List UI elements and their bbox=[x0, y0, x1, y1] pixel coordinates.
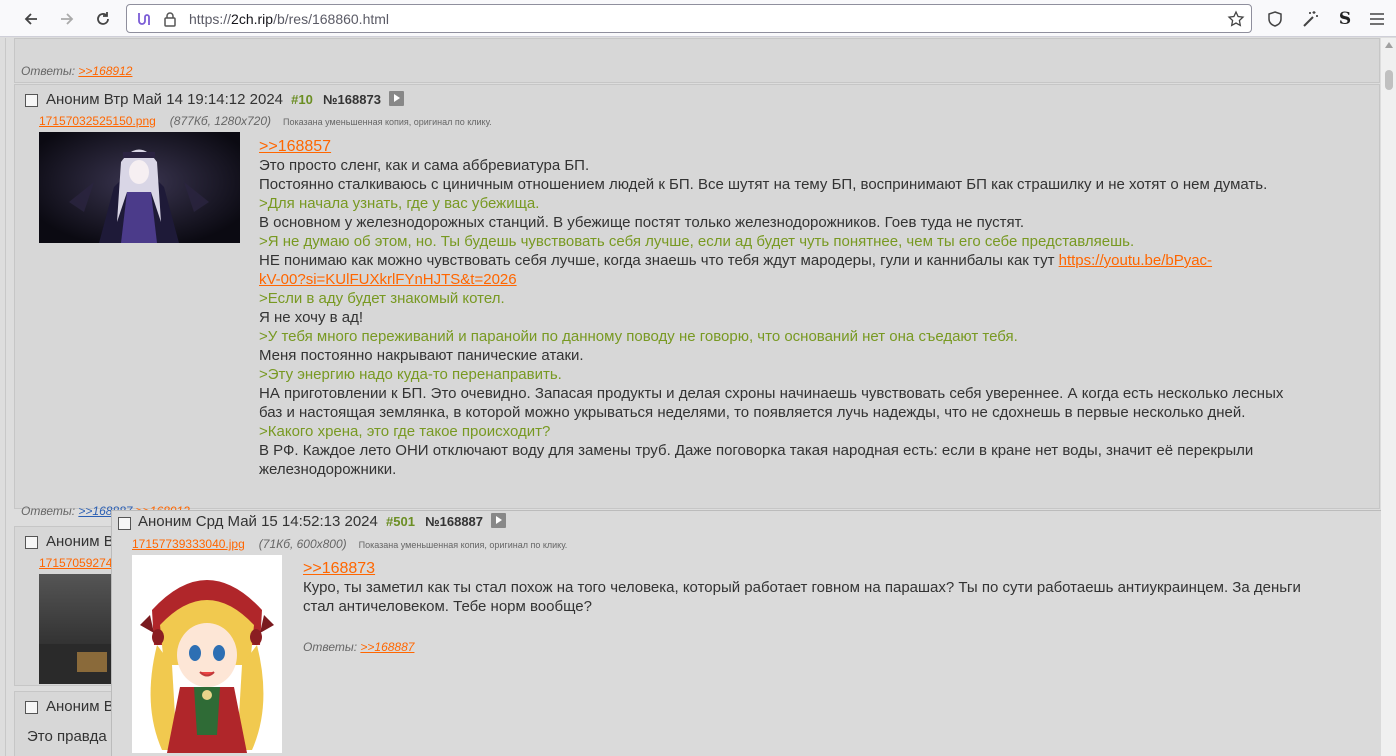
replies-label: Ответы: bbox=[21, 504, 76, 518]
post-select-checkbox[interactable] bbox=[25, 536, 38, 549]
post-header: Аноним Срд Май 15 14:52:13 2024 #501 №16… bbox=[138, 513, 507, 530]
greentext-line: >Я не думаю об этом, но. Ты будешь чувст… bbox=[259, 233, 1135, 250]
post-168873: Аноним Втр Май 14 19:14:12 2024 #10 №168… bbox=[14, 84, 1380, 518]
post-line: Куро, ты заметил как ты стал похож на то… bbox=[303, 579, 1301, 596]
page-content: Ответы: >>168912 Аноним Втр Май 14 19:14… bbox=[0, 38, 1396, 756]
post-body: Это правда bbox=[27, 728, 107, 745]
post-line: В основном у железнодорожных станций. В … bbox=[259, 214, 1024, 231]
extension-icon[interactable] bbox=[135, 10, 153, 28]
post-body: >>168857 Это просто сленг, как и сама аб… bbox=[259, 137, 1369, 479]
post-file-info: 17157739333040.jpg (71Кб, 600x800) Показан… bbox=[132, 537, 567, 551]
post-menu-arrow-icon[interactable] bbox=[389, 91, 405, 106]
file-name-link[interactable]: 17157059274 bbox=[39, 556, 112, 570]
post-line: железнодорожники. bbox=[259, 461, 397, 478]
arrow-right-icon bbox=[61, 13, 74, 25]
previous-post: Ответы: >>168912 bbox=[14, 38, 1380, 83]
reload-icon bbox=[97, 12, 109, 25]
shield-icon bbox=[1268, 11, 1282, 27]
post-number: #501 bbox=[386, 514, 415, 529]
post-body: >>168873 Куро, ты заметил как ты стал по… bbox=[303, 559, 1383, 616]
post-header: Аноним Втр Май 14 19:14:12 2024 #10 №168… bbox=[46, 91, 405, 108]
post-thumbnail-image[interactable] bbox=[39, 132, 240, 243]
previous-post-replies: Ответы: >>168912 bbox=[21, 64, 132, 78]
greentext-line: >Если в аду будет знакомый котел. bbox=[259, 290, 505, 307]
post-file-info: 17157032525150.png (877Кб, 1280x720) Показ… bbox=[39, 114, 492, 128]
post-date: Срд Май 15 14:52:13 2024 bbox=[195, 513, 378, 530]
reply-link[interactable]: >>168912 bbox=[78, 64, 132, 78]
post-author: Аноним В bbox=[46, 698, 114, 715]
address-bar[interactable]: https://2ch.rip/b/res/168860.html bbox=[126, 4, 1252, 33]
scroll-thumb[interactable] bbox=[1385, 70, 1393, 90]
post-thumbnail-image[interactable] bbox=[39, 574, 119, 684]
reply-quote-link[interactable]: >>168873 bbox=[303, 560, 375, 577]
page-scrollbar[interactable] bbox=[1381, 38, 1396, 756]
url-text: https://2ch.rip/b/res/168860.html bbox=[189, 11, 389, 27]
youtube-link-continued[interactable]: kV-00?si=KUlFUXkrlFYnHJTS&t=2026 bbox=[259, 271, 517, 288]
file-hint: Показана уменьшенная копия, оригинал по … bbox=[358, 540, 568, 550]
lock-icon[interactable] bbox=[161, 10, 179, 28]
forward-button[interactable] bbox=[56, 8, 78, 30]
url-protocol: https:// bbox=[189, 11, 232, 27]
post-line: Я не хочу в ад! bbox=[259, 309, 364, 326]
greentext-line: >Эту энергию надо куда-то перенаправить. bbox=[259, 366, 562, 383]
file-meta: (877Кб, 1280x720) bbox=[169, 114, 272, 128]
replies-label: Ответы: bbox=[303, 640, 358, 654]
reply-quote-link[interactable]: >>168857 bbox=[259, 138, 331, 155]
replies-label: Ответы: bbox=[21, 64, 76, 78]
post-replies: Ответы: >>168887 bbox=[303, 640, 414, 654]
post-preview-popup: Аноним Срд Май 15 14:52:13 2024 #501 №16… bbox=[111, 510, 1390, 756]
file-hint: Показана уменьшенная копия, оригинал по … bbox=[283, 117, 492, 127]
shield-button[interactable] bbox=[1264, 8, 1286, 30]
url-host: 2ch.rip bbox=[231, 11, 274, 27]
post-line: В РФ. Каждое лето ОНИ отключают воду для… bbox=[259, 442, 1254, 459]
arrow-left-icon bbox=[24, 13, 37, 25]
bookmark-star-icon[interactable] bbox=[1227, 10, 1245, 28]
post-select-checkbox[interactable] bbox=[25, 94, 38, 107]
hamburger-menu-icon bbox=[1370, 13, 1384, 25]
post-line-text: НЕ понимаю как можно чувствовать себя лу… bbox=[259, 252, 1059, 269]
file-name-link[interactable]: 17157739333040.jpg bbox=[132, 537, 245, 551]
greentext-line: >Какого хрена, это где такое происходит? bbox=[259, 423, 551, 440]
post-line: баз и настоящая землянка, в которой можн… bbox=[259, 404, 1246, 421]
post-line: стал античеловеком. Тебе норм вообще? bbox=[303, 598, 592, 615]
scroll-up-arrow-icon[interactable] bbox=[1385, 42, 1393, 48]
post-select-checkbox[interactable] bbox=[118, 517, 131, 530]
left-border bbox=[5, 38, 6, 756]
post-line: НА приготовлении к БП. Это очевидно. Зап… bbox=[259, 385, 1284, 402]
greentext-line: >Для начала узнать, где у вас убежища. bbox=[259, 195, 540, 212]
post-file-info: 17157059274 bbox=[39, 556, 112, 570]
post-id-link[interactable]: №168873 bbox=[323, 92, 381, 107]
post-menu-arrow-icon[interactable] bbox=[491, 513, 507, 528]
post-line: Это просто сленг, как и сама аббревиатур… bbox=[259, 157, 590, 174]
post-number: #10 bbox=[291, 92, 313, 107]
reply-link[interactable]: >>168887 bbox=[360, 640, 414, 654]
magic-wand-icon bbox=[1303, 11, 1318, 27]
greentext-line: >У тебя много переживаний и паранойи по … bbox=[259, 328, 1018, 345]
back-button[interactable] bbox=[20, 8, 42, 30]
post-author: Аноним В bbox=[46, 533, 114, 550]
post-author: Аноним bbox=[138, 513, 192, 530]
post-date: Втр Май 14 19:14:12 2024 bbox=[103, 91, 283, 108]
reload-button[interactable] bbox=[92, 8, 114, 30]
wand-button[interactable] bbox=[1299, 8, 1321, 30]
url-path: /b/res/168860.html bbox=[273, 11, 390, 27]
post-author: Аноним bbox=[46, 91, 100, 108]
extension-s-button[interactable]: S bbox=[1334, 8, 1356, 30]
post-line: Постоянно сталкиваюсь с циничным отношен… bbox=[259, 176, 1268, 193]
post-thumbnail-image[interactable] bbox=[132, 555, 282, 753]
browser-toolbar: https://2ch.rip/b/res/168860.html S bbox=[0, 0, 1396, 37]
menu-button[interactable] bbox=[1366, 8, 1388, 30]
post-id-link[interactable]: №168887 bbox=[425, 514, 483, 529]
file-name-link[interactable]: 17157032525150.png bbox=[39, 114, 156, 128]
file-meta: (71Кб, 600x800) bbox=[258, 537, 347, 551]
youtube-link[interactable]: https://youtu.be/bPyac- bbox=[1059, 252, 1212, 269]
post-line: Меня постоянно накрывают панические атак… bbox=[259, 347, 584, 364]
post-select-checkbox[interactable] bbox=[25, 701, 38, 714]
post-line-with-link: НЕ понимаю как можно чувствовать себя лу… bbox=[259, 251, 1369, 270]
s-logo-icon: S bbox=[1338, 9, 1352, 29]
